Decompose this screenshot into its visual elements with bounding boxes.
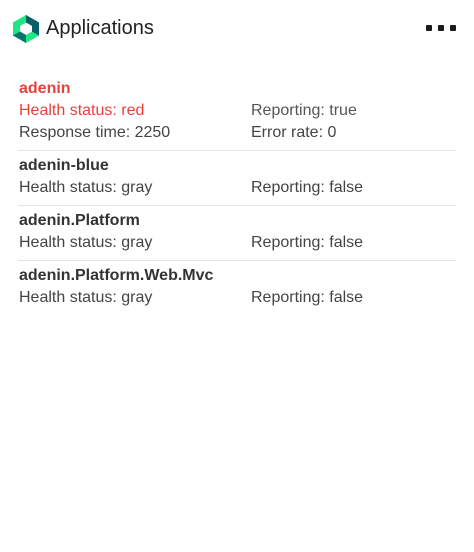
reporting-status: Reporting: false — [251, 234, 364, 251]
reporting-status: Reporting: true — [251, 102, 357, 119]
application-item-adenin[interactable]: adenin Health status: red Reporting: tru… — [18, 74, 456, 151]
reporting-status: Reporting: false — [251, 289, 364, 306]
application-name: adenin.Platform — [19, 212, 140, 229]
application-item-adenin-platform-web-mvc[interactable]: adenin.Platform.Web.Mvc Health status: g… — [18, 261, 456, 315]
response-time: Response time: 2250 — [19, 124, 171, 141]
reporting-status: Reporting: false — [251, 179, 364, 196]
health-status: Health status: red — [19, 102, 145, 119]
page-title: Applications — [46, 17, 154, 39]
health-status: Health status: gray — [19, 289, 153, 306]
application-item-adenin-blue[interactable]: adenin-blue Health status: gray Reportin… — [18, 151, 456, 206]
more-options-button[interactable] — [426, 18, 456, 38]
more-horizontal-icon — [450, 25, 456, 31]
health-status: Health status: gray — [19, 234, 153, 251]
application-item-adenin-platform[interactable]: adenin.Platform Health status: gray Repo… — [18, 206, 456, 261]
applications-list: adenin Health status: red Reporting: tru… — [0, 74, 474, 315]
application-name: adenin — [19, 80, 71, 97]
more-horizontal-icon — [426, 25, 432, 31]
application-name: adenin.Platform.Web.Mvc — [19, 267, 214, 284]
more-horizontal-icon — [438, 25, 444, 31]
application-name: adenin-blue — [19, 157, 109, 174]
new-relic-logo-icon — [12, 14, 40, 44]
app-header: Applications — [0, 0, 474, 58]
error-rate: Error rate: 0 — [251, 124, 337, 141]
health-status: Health status: gray — [19, 179, 153, 196]
